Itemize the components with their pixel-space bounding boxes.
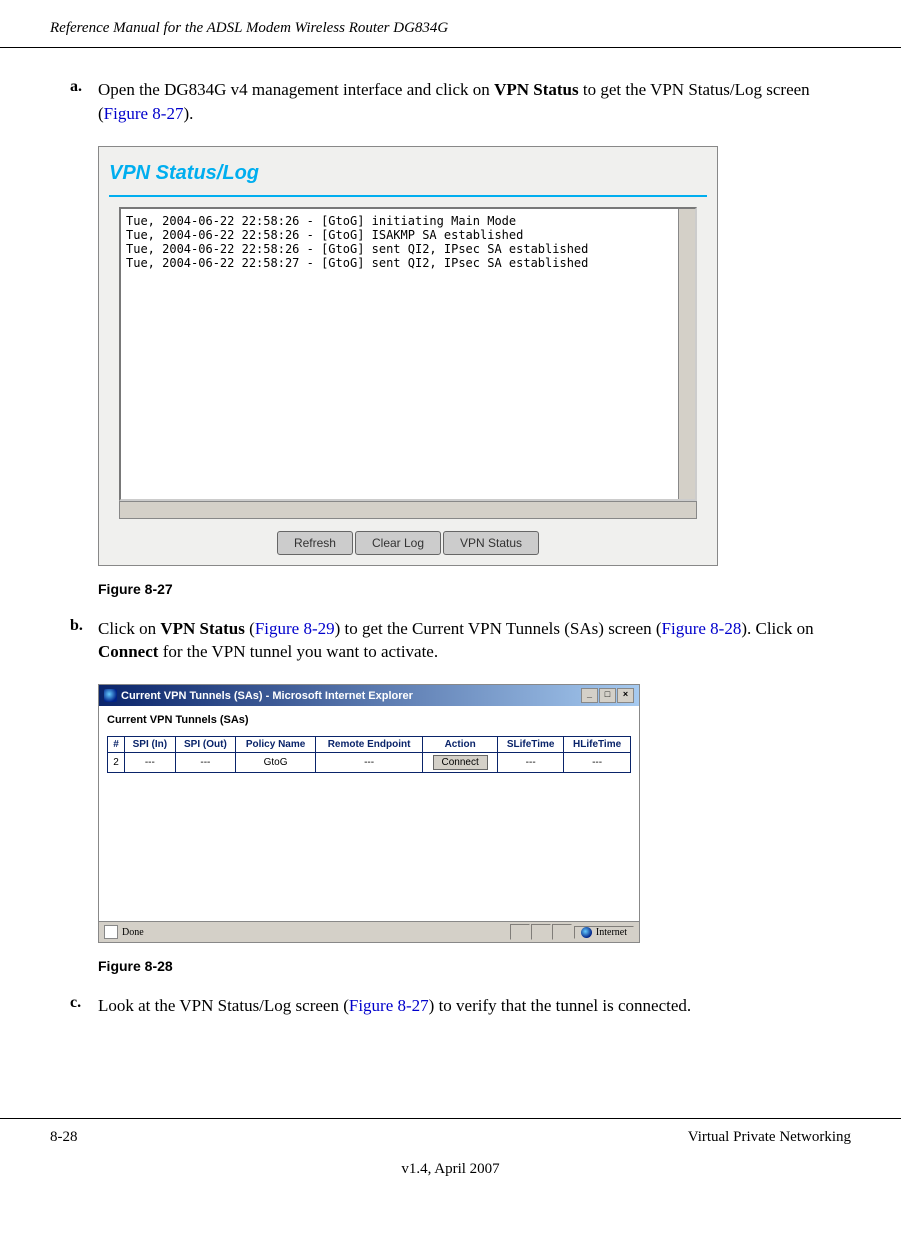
figure-ref-8-27[interactable]: Figure 8-27	[104, 104, 184, 123]
table-row: 2 --- --- GtoG --- Connect --- ---	[108, 753, 631, 773]
minimize-button[interactable]: _	[581, 688, 598, 703]
step-letter-a: a.	[70, 78, 98, 96]
page-number: 8-28	[50, 1129, 78, 1146]
text: Open the DG834G v4 management interface …	[98, 80, 494, 99]
divider	[109, 195, 707, 197]
col-slife: SLifeTime	[498, 737, 564, 753]
vpn-status-log-title: VPN Status/Log	[109, 157, 707, 190]
ie-window: Current VPN Tunnels (SAs) - Microsoft In…	[98, 684, 640, 943]
vpn-status-log-panel: VPN Status/Log Tue, 2004-06-22 22:58:26 …	[98, 146, 718, 566]
text: ) to get the Current VPN Tunnels (SAs) s…	[335, 619, 662, 638]
col-remote: Remote Endpoint	[316, 737, 423, 753]
figure-8-27-container: VPN Status/Log Tue, 2004-06-22 22:58:26 …	[98, 146, 851, 566]
step-a: a. Open the DG834G v4 management interfa…	[70, 78, 851, 126]
text-bold: Connect	[98, 642, 158, 661]
text: ).	[183, 104, 193, 123]
step-a-text: Open the DG834G v4 management interface …	[98, 78, 851, 126]
col-hlife: HLifeTime	[564, 737, 631, 753]
log-line: Tue, 2004-06-22 22:58:26 - [GtoG] ISAKMP…	[126, 228, 690, 242]
text-bold: VPN Status	[160, 619, 245, 638]
maximize-button[interactable]: □	[599, 688, 616, 703]
status-box	[552, 924, 572, 940]
figure-8-28-container: Current VPN Tunnels (SAs) - Microsoft In…	[98, 684, 851, 943]
internet-icon	[581, 927, 592, 938]
ie-titlebar[interactable]: Current VPN Tunnels (SAs) - Microsoft In…	[99, 685, 639, 706]
refresh-button[interactable]: Refresh	[277, 531, 353, 555]
step-letter-c: c.	[70, 994, 98, 1012]
text: Click on	[98, 619, 160, 638]
status-box	[510, 924, 530, 940]
step-b: b. Click on VPN Status (Figure 8-29) to …	[70, 617, 851, 665]
text: ). Click on	[741, 619, 813, 638]
log-line: Tue, 2004-06-22 22:58:27 - [GtoG] sent Q…	[126, 256, 690, 270]
cell-policy: GtoG	[236, 753, 316, 773]
horizontal-scrollbar[interactable]	[119, 501, 697, 519]
cell-remote: ---	[316, 753, 423, 773]
ie-title-text: Current VPN Tunnels (SAs) - Microsoft In…	[121, 690, 413, 702]
blank-area	[107, 773, 631, 913]
figure-ref-8-27-b[interactable]: Figure 8-27	[349, 996, 429, 1015]
cell-spi-in: ---	[124, 753, 175, 773]
status-box	[531, 924, 551, 940]
close-button[interactable]: ×	[617, 688, 634, 703]
figure-8-28-caption: Figure 8-28	[98, 958, 851, 974]
col-action: Action	[423, 737, 498, 753]
connect-button[interactable]: Connect	[433, 755, 488, 770]
log-line: Tue, 2004-06-22 22:58:26 - [GtoG] initia…	[126, 214, 690, 228]
tunnels-heading: Current VPN Tunnels (SAs)	[107, 714, 631, 726]
document-icon	[104, 925, 118, 939]
col-policy: Policy Name	[236, 737, 316, 753]
page-header: Reference Manual for the ADSL Modem Wire…	[0, 0, 901, 48]
step-letter-b: b.	[70, 617, 98, 635]
text: Look at the VPN Status/Log screen (	[98, 996, 349, 1015]
tunnels-table: # SPI (In) SPI (Out) Policy Name Remote …	[107, 736, 631, 773]
cell-num: 2	[108, 753, 125, 773]
ie-statusbar: Done Internet	[99, 921, 639, 942]
log-textarea[interactable]: Tue, 2004-06-22 22:58:26 - [GtoG] initia…	[119, 207, 697, 501]
col-spi-in: SPI (In)	[124, 737, 175, 753]
text: ) to verify that the tunnel is connected…	[429, 996, 691, 1015]
figure-ref-8-28[interactable]: Figure 8-28	[662, 619, 742, 638]
text-bold: VPN Status	[494, 80, 579, 99]
chapter-title: Virtual Private Networking	[688, 1129, 851, 1146]
col-num: #	[108, 737, 125, 753]
text: (	[245, 619, 255, 638]
figure-ref-8-29[interactable]: Figure 8-29	[255, 619, 335, 638]
clear-log-button[interactable]: Clear Log	[355, 531, 441, 555]
step-c-text: Look at the VPN Status/Log screen (Figur…	[98, 994, 851, 1018]
vpn-status-button[interactable]: VPN Status	[443, 531, 539, 555]
cell-hlife: ---	[564, 753, 631, 773]
step-c: c. Look at the VPN Status/Log screen (Fi…	[70, 994, 851, 1018]
figure-8-27-caption: Figure 8-27	[98, 581, 851, 597]
cell-spi-out: ---	[175, 753, 235, 773]
col-spi-out: SPI (Out)	[175, 737, 235, 753]
status-done: Done	[122, 927, 144, 938]
log-line: Tue, 2004-06-22 22:58:26 - [GtoG] sent Q…	[126, 242, 690, 256]
ie-icon	[104, 689, 117, 702]
page-footer: 8-28 Virtual Private Networking	[0, 1118, 901, 1156]
cell-action: Connect	[423, 753, 498, 773]
text: for the VPN tunnel you want to activate.	[158, 642, 438, 661]
cell-slife: ---	[498, 753, 564, 773]
step-b-text: Click on VPN Status (Figure 8-29) to get…	[98, 617, 851, 665]
status-internet: Internet	[596, 927, 627, 938]
version-date: v1.4, April 2007	[0, 1161, 901, 1178]
